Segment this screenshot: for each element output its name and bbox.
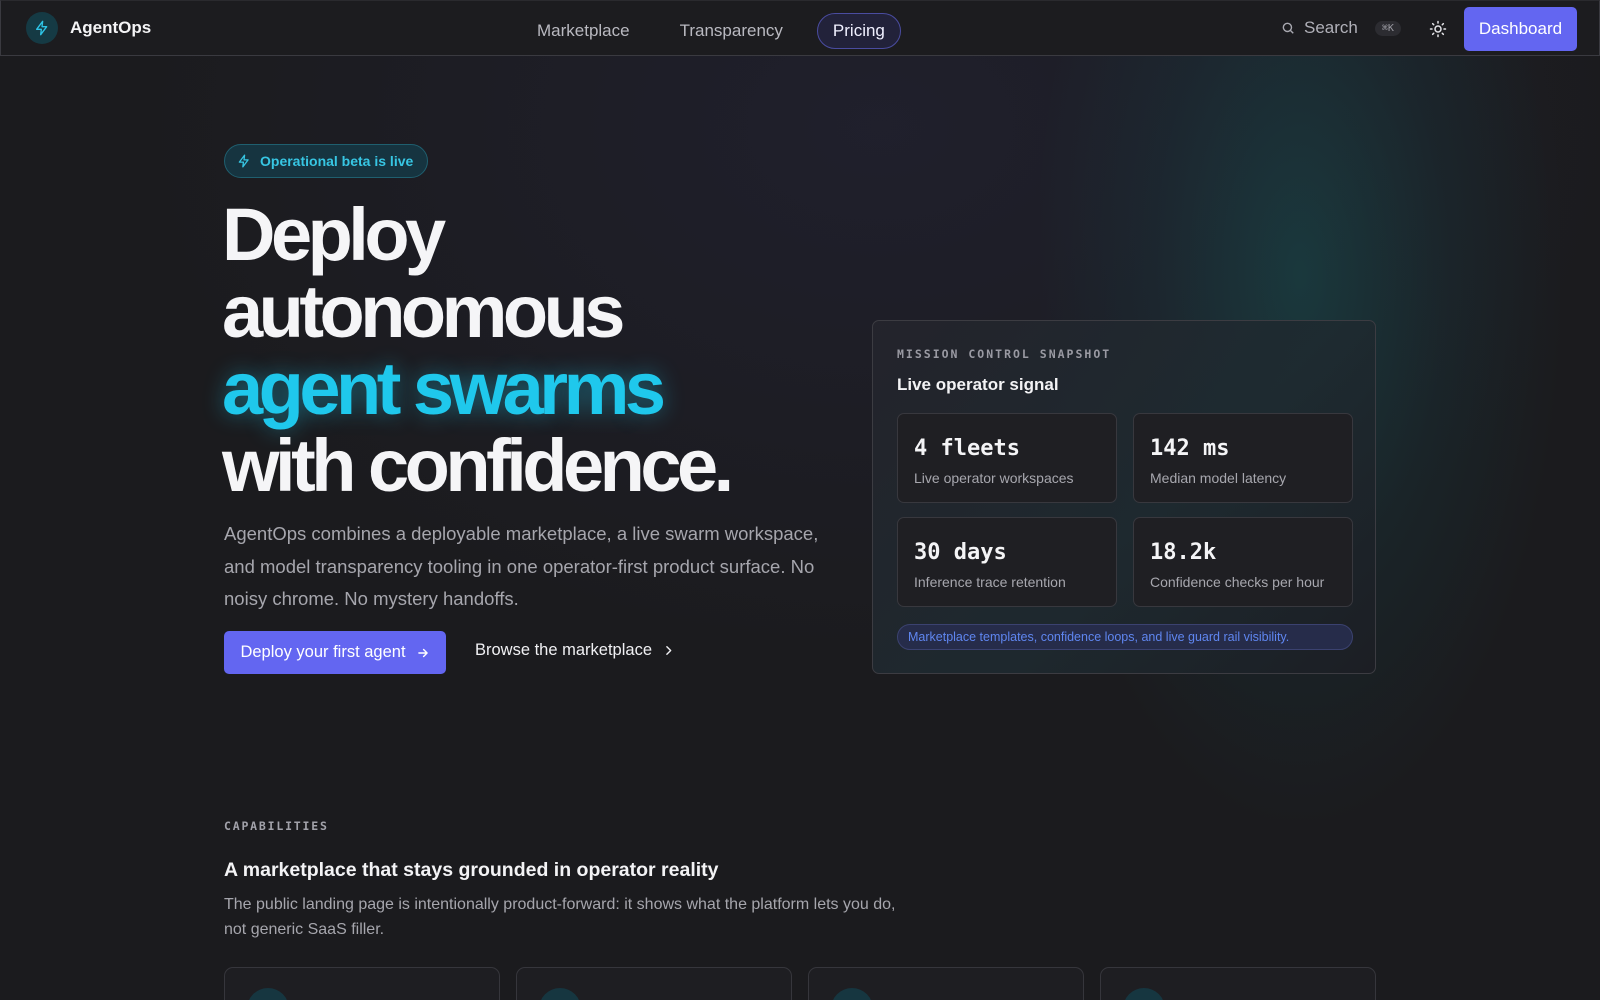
capability-icon [1123,988,1165,1000]
deploy-agent-label: Deploy your first agent [240,643,406,661]
headline-accent: agent swarms [222,347,666,430]
stat-label: Live operator workspaces [914,470,1074,486]
beta-badge: Operational beta is live [224,144,429,178]
stat-label: Confidence checks per hour [1150,574,1325,590]
nav-link-pricing[interactable]: Pricing [816,13,901,49]
capability-card [1100,967,1376,1000]
dashboard-button[interactable]: Dashboard [1464,7,1577,51]
search-label: Search [1304,18,1358,37]
browse-marketplace-label: Browse the marketplace [475,641,652,659]
capability-card [516,967,792,1000]
capability-icon [831,988,873,1000]
search-icon [1282,22,1294,34]
capabilities-description: The public landing page is intentionally… [224,896,896,938]
arrow-right-icon [417,648,428,657]
stat-label: Inference trace retention [914,574,1066,590]
headline-line-2: autonomous [222,270,625,353]
beta-badge-label: Operational beta is live [260,153,414,169]
capability-icon [247,988,289,1000]
card-note: Marketplace templates, confidence loops,… [897,624,1353,650]
nav-links: Marketplace Transparency Pricing [521,13,901,49]
headline-line-1: Deploy [222,193,446,276]
top-nav: AgentOps Marketplace Transparency Pricin… [0,0,1600,56]
nav-link-transparency[interactable]: Transparency [664,13,799,49]
stat-card-fleets: 4 fleets Live operator workspaces [897,413,1117,503]
search-button[interactable]: Search ⌘K [1281,18,1401,38]
brand-name: AgentOps [70,18,152,37]
search-shortcut: ⌘K [1374,20,1401,36]
stat-value: 30 days [914,540,1007,565]
mission-control-card: MISSION CONTROL SNAPSHOT Live operator s… [872,320,1376,674]
card-kicker: MISSION CONTROL SNAPSHOT [897,347,1112,361]
brand[interactable]: AgentOps [26,12,151,44]
stat-card-latency: 142 ms Median model latency [1133,413,1353,503]
browse-marketplace-link[interactable]: Browse the marketplace [475,641,675,660]
stat-value: 4 fleets [914,436,1020,461]
capability-card [808,967,1084,1000]
card-title: Live operator signal [897,375,1059,394]
theme-toggle[interactable] [1429,20,1447,38]
stat-label: Median model latency [1150,470,1287,486]
deploy-agent-button[interactable]: Deploy your first agent [224,631,446,674]
stat-card-retention: 30 days Inference trace retention [897,517,1117,607]
bolt-icon [238,154,249,168]
capabilities-title: A marketplace that stays grounded in ope… [224,859,719,881]
stat-card-checks: 18.2k Confidence checks per hour [1133,517,1353,607]
bolt-icon [26,12,58,44]
hero-lede: AgentOps combines a deployable marketpla… [224,523,819,609]
stat-value: 142 ms [1150,436,1230,461]
hero-headline: Deploy autonomous agent swarms with conf… [222,196,842,504]
capability-card [224,967,500,1000]
stat-value: 18.2k [1150,540,1217,565]
capabilities-kicker: CAPABILITIES [224,819,329,833]
chevron-right-icon [666,646,672,655]
nav-link-marketplace[interactable]: Marketplace [521,13,646,49]
capability-icon [539,988,581,1000]
headline-line-4: with confidence. [222,424,734,507]
sun-icon [1429,20,1447,38]
